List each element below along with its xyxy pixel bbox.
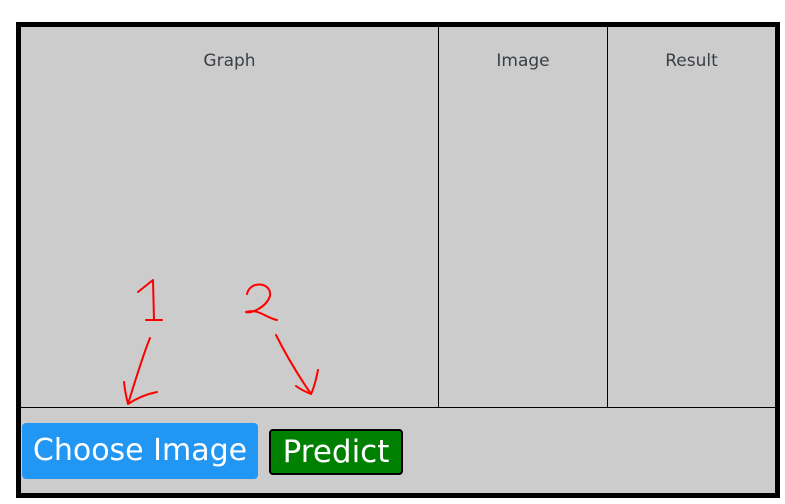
- action-bar: Choose Image Predict: [21, 407, 775, 493]
- app-frame: Graph Image Result Choose Image Predict: [16, 22, 780, 498]
- image-panel-title: Image: [496, 51, 550, 71]
- image-panel: Image: [439, 27, 608, 407]
- panels-row: Graph Image Result: [21, 27, 775, 407]
- result-panel: Result: [608, 27, 775, 407]
- result-panel-title: Result: [665, 51, 718, 71]
- graph-panel-title: Graph: [203, 51, 256, 71]
- predict-button[interactable]: Predict: [269, 429, 403, 475]
- graph-panel: Graph: [21, 27, 439, 407]
- choose-image-button[interactable]: Choose Image: [22, 423, 258, 479]
